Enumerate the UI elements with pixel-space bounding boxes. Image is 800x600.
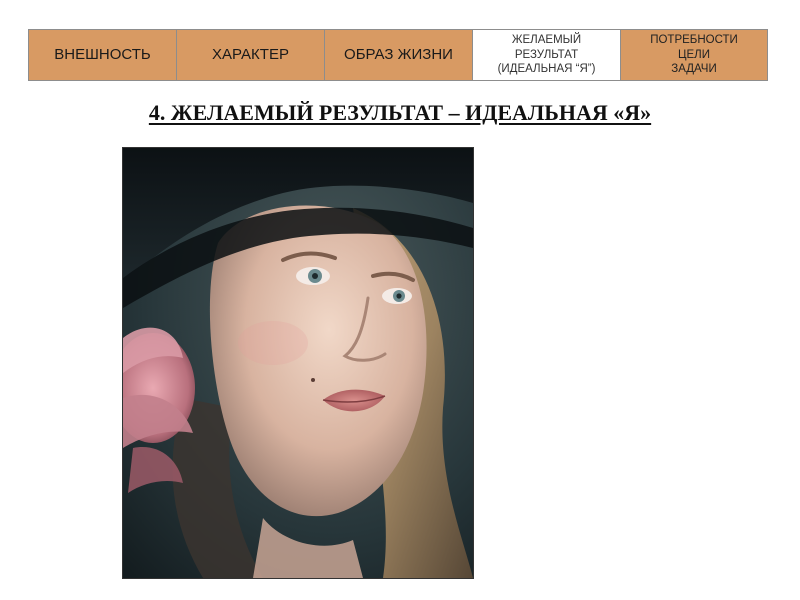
nav-tab-character[interactable]: ХАРАКТЕР <box>177 30 325 80</box>
nav-table: ВНЕШНОСТЬ ХАРАКТЕР ОБРАЗ ЖИЗНИ ЖЕЛАЕМЫЙ … <box>28 29 768 81</box>
nav-tab-needs-goals-tasks[interactable]: ПОТРЕБНОСТИ ЦЕЛИ ЗАДАЧИ <box>621 30 767 80</box>
nav-tab-appearance[interactable]: ВНЕШНОСТЬ <box>29 30 177 80</box>
slide: ВНЕШНОСТЬ ХАРАКТЕР ОБРАЗ ЖИЗНИ ЖЕЛАЕМЫЙ … <box>0 0 800 600</box>
page-title: 4. ЖЕЛАЕМЫЙ РЕЗУЛЬТАТ – ИДЕАЛЬНАЯ «Я» <box>148 100 652 125</box>
portrait-illustration <box>123 148 473 578</box>
portrait-image <box>122 147 474 579</box>
nav-tab-lifestyle[interactable]: ОБРАЗ ЖИЗНИ <box>325 30 473 80</box>
nav-tab-desired-result[interactable]: ЖЕЛАЕМЫЙ РЕЗУЛЬТАТ (ИДЕАЛЬНАЯ “Я”) <box>473 30 621 80</box>
